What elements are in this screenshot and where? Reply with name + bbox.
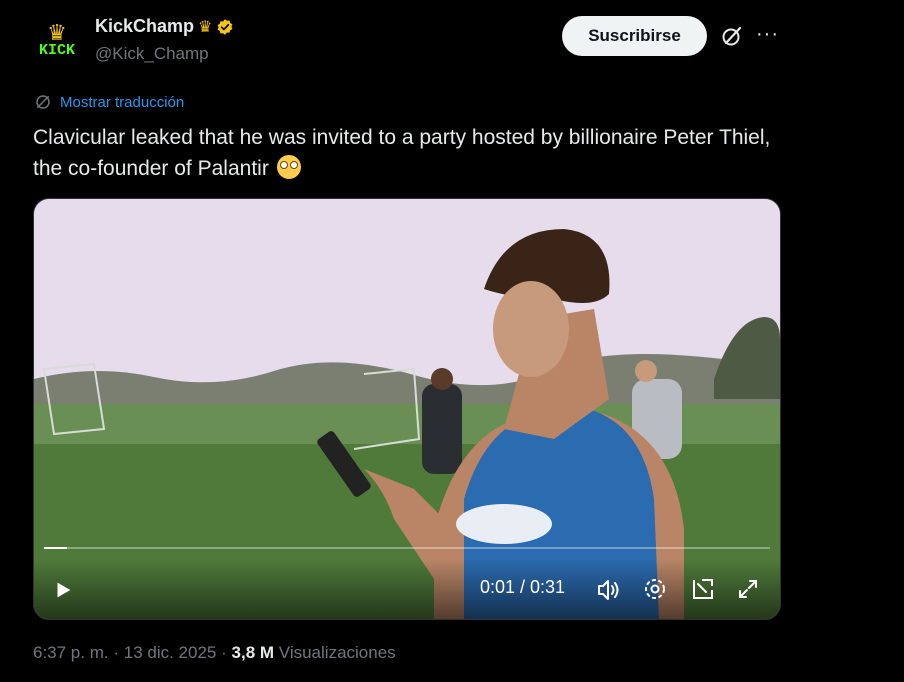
volume-icon[interactable]: [594, 576, 622, 604]
views-count: 3,8 M: [231, 643, 275, 662]
video-frame: [34, 199, 780, 619]
video-progress-bar[interactable]: [44, 547, 770, 549]
meta-separator: ·: [113, 643, 120, 662]
crown-icon: ♛: [47, 20, 67, 45]
meta-separator: ·: [221, 643, 227, 662]
tweet-body: Clavicular leaked that he was invited to…: [33, 126, 771, 180]
avatar-text: KICK: [38, 42, 75, 59]
author-handle[interactable]: @Kick_Champ: [95, 44, 209, 64]
tweet-date[interactable]: 13 dic. 2025: [124, 643, 217, 662]
author-display-name[interactable]: KickChamp: [95, 16, 194, 37]
translate-label[interactable]: Mostrar traducción: [60, 94, 184, 111]
fullscreen-icon[interactable]: [737, 578, 759, 600]
play-icon[interactable]: [52, 579, 74, 601]
tweet-time[interactable]: 6:37 p. m.: [33, 643, 109, 662]
subscribe-button[interactable]: Suscribirse: [562, 16, 707, 56]
verified-gold-icon[interactable]: [216, 18, 234, 36]
author-name-row: KickChamp ♛: [95, 16, 234, 37]
video-progress-fill: [44, 547, 68, 549]
translate-link[interactable]: Mostrar traducción: [34, 93, 184, 111]
grok-icon[interactable]: [720, 24, 744, 48]
more-icon[interactable]: ···: [756, 22, 779, 46]
globe-icon: [36, 95, 50, 109]
tweet-text: Clavicular leaked that he was invited to…: [33, 122, 793, 184]
pip-icon[interactable]: [690, 576, 716, 602]
views-label: Visualizaciones: [278, 643, 396, 662]
tweet-meta: 6:37 p. m. · 13 dic. 2025 · 3,8 M Visual…: [33, 643, 396, 663]
video-player[interactable]: 0:01 / 0:31: [33, 198, 781, 620]
settings-icon[interactable]: [642, 576, 668, 602]
crown-icon: ♛: [198, 18, 213, 36]
video-controls: [34, 559, 780, 619]
avatar[interactable]: ♛ KICK: [34, 18, 80, 64]
video-time: 0:01 / 0:31: [480, 577, 566, 597]
flushed-face-icon: [276, 155, 301, 179]
